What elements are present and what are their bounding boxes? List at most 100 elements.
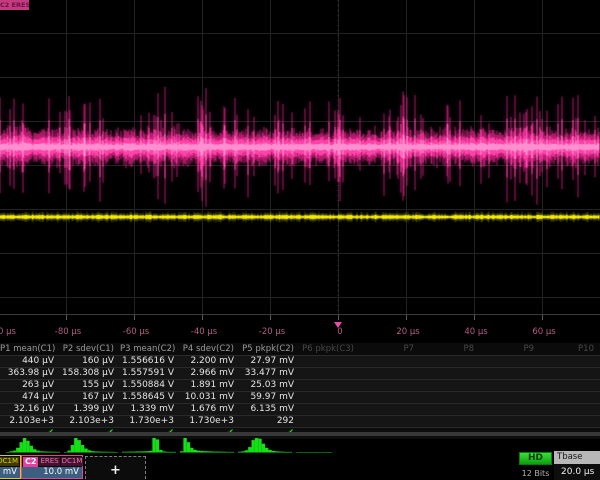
param-header-cell[interactable]: P7 xyxy=(360,343,420,355)
time-label: -40 µs xyxy=(191,327,217,337)
param-value-cell xyxy=(540,368,600,379)
param-value-cell: 27.97 mV xyxy=(240,356,300,367)
param-value-cell: 1.558645 V xyxy=(120,392,180,403)
param-value-cell xyxy=(420,392,480,403)
param-value-cell: 292 xyxy=(240,416,300,427)
param-value-cell: 1.556616 V xyxy=(120,356,180,367)
param-value-cell xyxy=(360,404,420,415)
plus-icon: + xyxy=(110,463,121,478)
table-divider xyxy=(0,432,600,436)
param-value-cell xyxy=(300,404,360,415)
time-label: 20 µs xyxy=(396,327,419,337)
param-value-cell xyxy=(360,368,420,379)
time-label: 60 µs xyxy=(532,327,555,337)
param-value-cell xyxy=(540,392,600,403)
param-header-cell[interactable]: P4 sdev(C2) xyxy=(180,343,240,355)
param-value-cell xyxy=(420,416,480,427)
axis-tick xyxy=(270,315,271,320)
param-value-cell: 474 µV xyxy=(0,392,60,403)
axis-tick xyxy=(474,315,475,320)
param-value-cell: 363.98 µV xyxy=(0,368,60,379)
param-value-cell: 32.16 µV xyxy=(0,404,60,415)
param-header-cell[interactable]: P5 pkpk(C2) xyxy=(240,343,300,355)
axis-tick xyxy=(542,315,543,320)
time-label: -100 µs xyxy=(0,327,16,337)
param-value-cell xyxy=(540,404,600,415)
param-value-cell: 167 µV xyxy=(60,392,120,403)
histicon-p3[interactable] xyxy=(122,437,176,453)
param-value-cell xyxy=(300,356,360,367)
c1-scale-value: 10.0 mV xyxy=(0,467,20,478)
param-header-cell[interactable]: P1 mean(C1) xyxy=(0,343,60,355)
param-value-cell xyxy=(420,356,480,367)
param-value-cell xyxy=(480,380,540,391)
channel-descriptor-c1[interactable]: DC1M 10.0 mV xyxy=(0,455,21,479)
param-header-row: P1 mean(C1)P2 sdev(C1)P3 mean(C2)P4 sdev… xyxy=(0,343,600,355)
time-label: -20 µs xyxy=(259,327,285,337)
param-value-cell: 1.730e+3 xyxy=(180,416,240,427)
param-value-cell: 1.891 mV xyxy=(180,380,240,391)
param-value-cell: 160 µV xyxy=(60,356,120,367)
param-header-cell[interactable]: P6 pkpk(C3) xyxy=(300,343,360,355)
param-value-cell xyxy=(360,416,420,427)
param-value-cell: 1.676 mV xyxy=(180,404,240,415)
param-value-cell: 1.730e+3 xyxy=(120,416,180,427)
param-value-cell xyxy=(300,380,360,391)
param-value-cell: 1.339 mV xyxy=(120,404,180,415)
param-header-cell[interactable]: P9 xyxy=(480,343,540,355)
histicon-p2[interactable] xyxy=(64,437,118,453)
histicon-p4[interactable] xyxy=(180,437,234,453)
param-header-cell[interactable]: P8 xyxy=(420,343,480,355)
timebase-box[interactable]: Tbase 20.0 µs xyxy=(554,451,600,480)
param-value-cell: 6.135 mV xyxy=(240,404,300,415)
c2-scale-value: 10.0 mV xyxy=(22,467,82,478)
param-value-cell xyxy=(360,392,420,403)
param-value-cell xyxy=(420,368,480,379)
axis-tick xyxy=(66,315,67,320)
time-label: 40 µs xyxy=(464,327,487,337)
histicon-row xyxy=(6,437,292,453)
param-header-cell[interactable]: P10 xyxy=(540,343,600,355)
measurement-row-value: 440 µV160 µV1.556616 V2.200 mV27.97 mV xyxy=(0,355,600,367)
param-value-cell: 1.550884 V xyxy=(120,380,180,391)
param-value-cell xyxy=(300,392,360,403)
param-value-cell: 2.200 mV xyxy=(180,356,240,367)
param-value-cell xyxy=(480,404,540,415)
param-value-cell: 1.399 µV xyxy=(60,404,120,415)
oscilloscope-screen: C2 ERES -100 µs-80 µs-60 µs-40 µs-20 µs0… xyxy=(0,0,600,480)
param-value-cell: 25.03 mV xyxy=(240,380,300,391)
c2-channel-tag: C2 xyxy=(23,457,38,467)
axis-tick xyxy=(338,315,339,320)
param-value-cell: 263 µV xyxy=(0,380,60,391)
histicon-p5[interactable] xyxy=(238,437,292,453)
param-value-cell xyxy=(480,392,540,403)
param-value-cell xyxy=(420,404,480,415)
param-value-cell xyxy=(480,368,540,379)
param-value-cell: 440 µV xyxy=(0,356,60,367)
measurement-table: P1 mean(C1)P2 sdev(C1)P3 mean(C2)P4 sdev… xyxy=(0,343,600,439)
param-value-cell: 2.966 mV xyxy=(180,368,240,379)
param-value-cell: 158.308 µV xyxy=(60,368,120,379)
param-value-cell xyxy=(360,380,420,391)
channel-descriptor-c2[interactable]: C2 ERES DC1M 10.0 mV xyxy=(21,455,83,479)
param-value-cell xyxy=(420,380,480,391)
trigger-time-marker[interactable] xyxy=(334,322,342,328)
measurement-row-num: 2.103e+32.103e+31.730e+31.730e+3292 xyxy=(0,415,600,427)
measurement-row-min: 263 µV155 µV1.550884 V1.891 mV25.03 mV xyxy=(0,379,600,391)
param-value-cell xyxy=(480,356,540,367)
c2-coupling-tag: DC1M xyxy=(61,457,84,466)
add-trace-button[interactable]: + xyxy=(85,456,146,480)
param-value-cell: 10.031 mV xyxy=(180,392,240,403)
measurement-row-sdev: 32.16 µV1.399 µV1.339 mV1.676 mV6.135 mV xyxy=(0,403,600,415)
hd-mode-badge[interactable]: HD xyxy=(519,452,552,465)
timebase-value: 20.0 µs xyxy=(554,464,600,480)
c1-coupling-tag: DC1M xyxy=(0,457,19,466)
measurement-row-max: 474 µV167 µV1.558645 V10.031 mV59.97 mV xyxy=(0,391,600,403)
param-header-cell[interactable]: P2 sdev(C1) xyxy=(60,343,120,355)
c2-eres-tag: ERES xyxy=(39,457,59,466)
histicon-p1[interactable] xyxy=(6,437,60,453)
param-value-cell xyxy=(540,380,600,391)
timebase-label: Tbase xyxy=(554,451,600,464)
axis-tick xyxy=(202,315,203,320)
param-header-cell[interactable]: P3 mean(C2) xyxy=(120,343,180,355)
